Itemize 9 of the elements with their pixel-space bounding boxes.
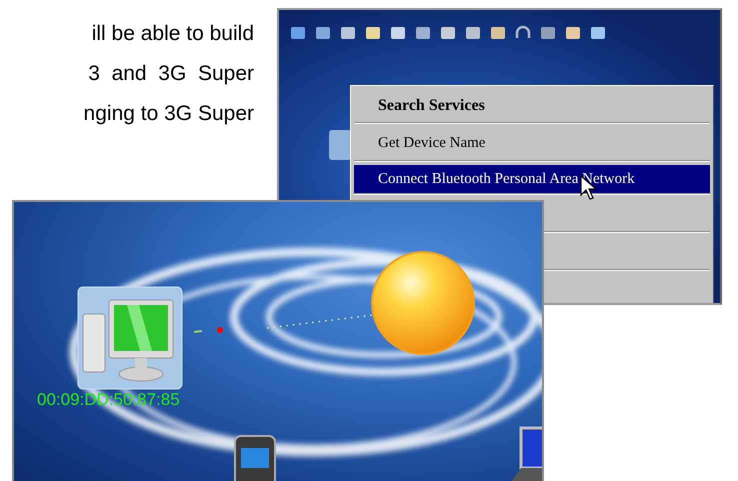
menu-item[interactable]: Connect Bluetooth Personal Area Network — [354, 165, 710, 194]
menu-item[interactable]: Get Device Name — [354, 127, 710, 161]
mobile-phone-icon — [232, 434, 278, 481]
text-line: 3 and 3G Super — [88, 61, 254, 87]
text-line: ill be able to build — [92, 21, 254, 47]
laptop-icon — [511, 426, 542, 481]
menu-item[interactable]: Search Services — [354, 89, 710, 123]
sphere-icon — [370, 250, 476, 356]
text-line: nging to 3G Super — [84, 101, 254, 127]
